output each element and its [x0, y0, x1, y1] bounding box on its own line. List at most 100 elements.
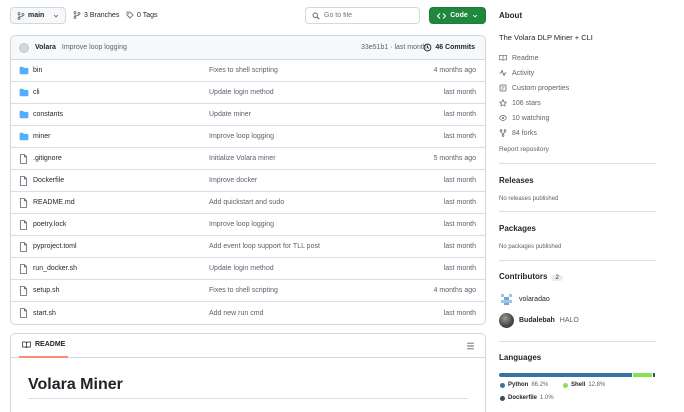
go-to-file-input[interactable] [324, 12, 414, 19]
book-icon [22, 341, 31, 349]
language-shell[interactable]: Shell 12.8% [563, 382, 605, 388]
commit-author[interactable]: Volara [35, 44, 56, 51]
branches-link[interactable]: 3 Branches [73, 11, 119, 19]
table-row[interactable]: poetry.lock Improve loop logging last mont… [11, 214, 485, 236]
releases-heading[interactable]: Releases [499, 176, 534, 185]
forks-count: 84 forks [512, 129, 537, 137]
table-row[interactable]: cli Update login method last month [11, 82, 485, 104]
branches-count: 3 Branches [84, 11, 120, 19]
custom-properties-link[interactable]: Custom properties [499, 84, 569, 92]
file-commit-message[interactable]: Add new run cmd [209, 310, 263, 317]
code-button-label: Code [450, 12, 468, 19]
tags-link[interactable]: 0 Tags [126, 11, 158, 19]
language-dockerfile[interactable]: Dockerfile 1.0% [500, 395, 554, 401]
language-percent: 12.8% [588, 382, 606, 388]
file-name[interactable]: miner [33, 133, 51, 140]
table-row[interactable]: miner Improve loop logging last month [11, 126, 485, 148]
go-to-file-box[interactable] [305, 7, 420, 24]
tags-count: 0 Tags [137, 11, 158, 19]
file-commit-time: last month [443, 221, 476, 228]
repo-description: The Volara DLP Miner + CLI [499, 33, 593, 42]
file-commit-message[interactable]: Improve loop logging [209, 221, 274, 228]
language-bar-segment [499, 373, 632, 377]
file-name[interactable]: setup.sh [33, 287, 59, 294]
contributors-heading[interactable]: Contributors 2 [499, 272, 563, 281]
table-row[interactable]: run_docker.sh Update login method last mon… [11, 258, 485, 280]
activity-link[interactable]: Activity [499, 69, 534, 77]
language-python[interactable]: Python 86.2% [500, 382, 548, 388]
table-row[interactable]: Dockerfile Improve docker last month [11, 170, 485, 192]
table-row[interactable]: setup.sh Fixes to shell scripting 4 months… [11, 280, 485, 302]
language-name: Python [508, 382, 529, 388]
table-row[interactable]: start.sh Add new run cmd last month [11, 302, 485, 324]
file-name[interactable]: Dockerfile [33, 177, 64, 184]
table-row[interactable]: .gitignore Initialize Volara miner 5 month… [11, 148, 485, 170]
forks-link[interactable]: 84 forks [499, 129, 537, 137]
list-outline-icon[interactable] [466, 342, 475, 350]
language-dot [500, 395, 505, 401]
file-name[interactable]: README.md [33, 199, 75, 206]
commits-count: 46 Commits [435, 44, 475, 51]
file-name[interactable]: .gitignore [33, 155, 62, 162]
file-name[interactable]: start.sh [33, 310, 56, 317]
table-row[interactable]: pyproject.toml Add event loop support for… [11, 236, 485, 258]
stars-link[interactable]: 106 stars [499, 99, 541, 107]
code-button[interactable]: Code [429, 7, 486, 24]
file-commit-message[interactable]: Update miner [209, 111, 251, 118]
no-packages-text: No packages published [499, 244, 562, 250]
packages-heading[interactable]: Packages [499, 224, 536, 233]
folder-icon [19, 88, 29, 97]
file-commit-message[interactable]: Improve docker [209, 177, 257, 184]
pulse-icon [499, 69, 507, 77]
file-name[interactable]: constants [33, 111, 63, 118]
file-name[interactable]: pyproject.toml [33, 243, 77, 250]
latest-commit-bar: Volara Improve loop logging 33e51b1 · la… [11, 36, 485, 60]
file-name[interactable]: poetry.lock [33, 221, 66, 228]
file-commit-time: last month [443, 133, 476, 140]
avatar[interactable] [19, 42, 29, 53]
git-branch-icon [73, 11, 81, 19]
tab-readme[interactable]: README [19, 334, 69, 358]
file-commit-message[interactable]: Add quickstart and sudo [209, 199, 284, 206]
folder-icon [19, 110, 29, 119]
avatar [499, 292, 514, 307]
report-repository-link[interactable]: Report repository [499, 146, 549, 153]
divider [499, 341, 656, 342]
table-row[interactable]: README.md Add quickstart and sudo last mon… [11, 192, 485, 214]
readme-link[interactable]: Readme [499, 54, 538, 62]
fork-icon [499, 129, 507, 137]
contributor-name: Budalebah [519, 317, 555, 324]
table-row[interactable]: constants Update miner last month [11, 104, 485, 126]
file-commit-message[interactable]: Initialize Volara miner [209, 155, 276, 162]
file-commit-message[interactable]: Fixes to shell scripting [209, 67, 278, 74]
file-icon [19, 176, 28, 186]
chevron-down-icon [472, 13, 478, 19]
code-icon [437, 12, 447, 20]
file-commit-time: last month [443, 199, 476, 206]
contributors-label: Contributors [499, 272, 548, 281]
stars-count: 106 stars [512, 99, 541, 107]
divider [499, 163, 656, 164]
book-icon [499, 54, 507, 62]
file-name[interactable]: run_docker.sh [33, 265, 77, 272]
file-commit-message[interactable]: Fixes to shell scripting [209, 287, 278, 294]
language-percent: 86.2% [531, 382, 549, 388]
file-commit-message[interactable]: Improve loop logging [209, 133, 274, 140]
commits-link[interactable]: 46 Commits [423, 43, 475, 52]
language-name: Dockerfile [508, 395, 538, 401]
file-commit-message[interactable]: Add event loop support for TLL post [209, 243, 320, 250]
file-name[interactable]: cli [33, 89, 40, 96]
file-name[interactable]: bin [33, 67, 42, 74]
commit-hash-time[interactable]: 33e51b1 · last month [361, 44, 427, 51]
file-commit-message[interactable]: Update login method [209, 89, 274, 96]
watching-link[interactable]: 10 watching [499, 114, 549, 122]
file-icon [19, 286, 28, 296]
contributor-budalebah[interactable]: Budalebah HALO [499, 313, 579, 328]
table-row[interactable]: bin Fixes to shell scripting 4 months ago [11, 60, 485, 82]
contributor-volaradao[interactable]: volaradao [499, 292, 550, 307]
branch-select-button[interactable]: main [10, 7, 66, 24]
file-commit-message[interactable]: Update login method [209, 265, 274, 272]
languages-heading: Languages [499, 353, 542, 362]
commit-message[interactable]: Improve loop logging [62, 44, 127, 51]
chevron-down-icon [53, 13, 59, 19]
